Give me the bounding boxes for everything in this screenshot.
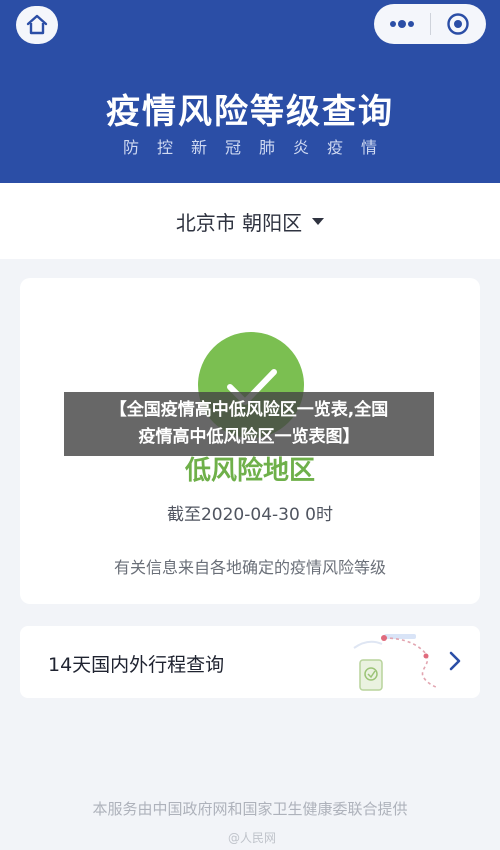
deadline-text: 截至2020-04-30 0时 (166, 505, 333, 525)
caption-line-2: 疫情高中低风险区一览表图】 (138, 427, 360, 447)
watermark: @人民网 (228, 831, 277, 845)
location-selector[interactable]: 北京市 朝阳区 (0, 183, 500, 259)
route-map-illustration (353, 634, 439, 691)
info-note: 有关信息来自各地确定的疫情风险等级 (113, 558, 386, 577)
close-target-icon (447, 13, 469, 35)
caption-line-1: 【全国疫情高中低风险区一览表,全国 (109, 400, 389, 420)
caption-overlay: 【全国疫情高中低风险区一览表,全国 疫情高中低风险区一览表图】 (64, 392, 434, 456)
location-text: 北京市 朝阳区 (175, 210, 303, 235)
travel-query-label: 14天国内外行程查询 (48, 654, 225, 676)
page-title: 疫情风险等级查询 (106, 92, 394, 132)
provider-text: 本服务由中国政府网和国家卫生健康委联合提供 (92, 800, 408, 818)
close-button[interactable] (430, 4, 486, 44)
caret-down-icon (312, 217, 325, 225)
more-dots-icon (389, 20, 414, 28)
chevron-right-icon (449, 651, 461, 671)
page-subtitle: 防控新冠肺炎疫情 (122, 138, 395, 157)
mini-program-capsule (374, 4, 486, 44)
header: 疫情风险等级查询 防控新冠肺炎疫情 (0, 0, 500, 183)
more-button[interactable] (374, 4, 430, 44)
travel-query-card[interactable]: 14天国内外行程查询 (20, 626, 480, 698)
home-icon (26, 14, 48, 35)
home-button[interactable] (16, 6, 58, 44)
